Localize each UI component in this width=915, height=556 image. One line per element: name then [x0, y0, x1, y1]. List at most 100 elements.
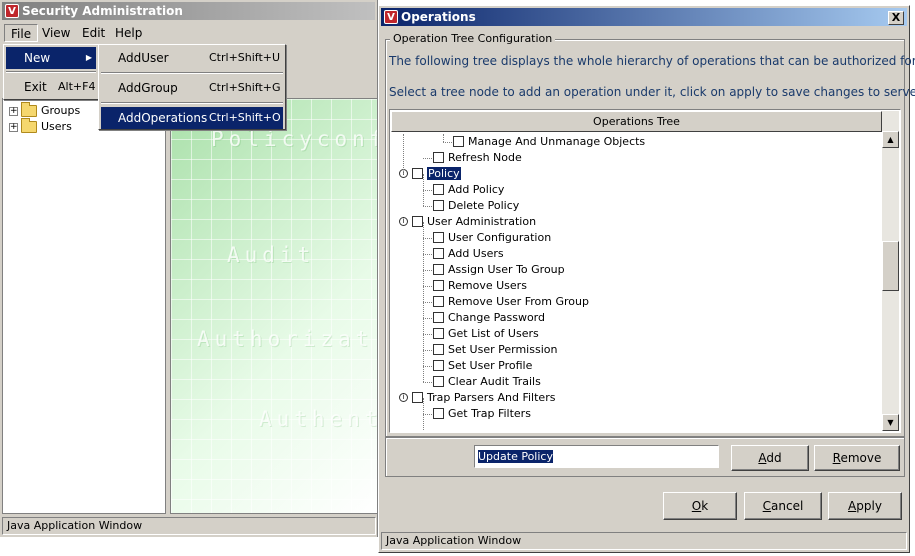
tree-connector [443, 142, 452, 143]
tree-node-label: Remove User From Group [448, 295, 589, 308]
tree-node[interactable]: Remove User From Group [423, 294, 589, 310]
tree-item-label: Groups [41, 104, 81, 117]
node-checkbox[interactable] [433, 183, 444, 195]
menu-separator [101, 72, 283, 74]
tree-node-label: User Configuration [448, 231, 552, 244]
expand-toggle-icon[interactable]: i [399, 392, 408, 402]
tree-node[interactable]: Change Password [423, 310, 545, 326]
tree-item-groups[interactable]: + Groups [9, 102, 81, 119]
menu-edit[interactable]: Edit [76, 24, 111, 42]
tree-connector [423, 254, 432, 255]
menu-item-adduser[interactable]: AddUser Ctrl+Shift+U [101, 47, 283, 69]
add-button[interactable]: Add [731, 445, 809, 471]
tree-connector [403, 134, 404, 174]
menu-accelerator: Ctrl+Shift+U [209, 51, 281, 64]
menu-view[interactable]: View [36, 24, 76, 42]
node-checkbox[interactable] [433, 295, 444, 307]
node-checkbox[interactable] [453, 135, 464, 147]
node-checkbox[interactable] [433, 263, 444, 275]
expand-icon[interactable]: + [9, 122, 18, 132]
node-checkbox[interactable] [412, 215, 423, 227]
node-checkbox[interactable] [433, 151, 444, 163]
expand-icon[interactable]: + [9, 106, 18, 116]
node-checkbox[interactable] [433, 247, 444, 259]
tree-connector [423, 238, 432, 239]
menu-item-addgroup[interactable]: AddGroup Ctrl+Shift+G [101, 77, 283, 99]
tree-connector [423, 350, 432, 351]
vertical-scrollbar[interactable]: ▲ ▼ [882, 111, 899, 431]
tree-node[interactable]: Remove Users [423, 278, 527, 294]
tree-node-label: Clear Audit Trails [448, 375, 541, 388]
operation-name-input[interactable]: Update Policy [474, 445, 719, 468]
close-button[interactable]: X [888, 11, 904, 25]
tree-node[interactable]: Get List of Users [423, 326, 539, 342]
tree-node-label: Add Policy [448, 183, 505, 196]
menu-file[interactable]: File [4, 24, 39, 42]
scroll-up-button[interactable]: ▲ [882, 131, 899, 148]
menu-accelerator: Alt+F4 [58, 80, 96, 93]
tree-node-label: Remove Users [448, 279, 527, 292]
tree-node[interactable]: Manage And Unmanage Objects [443, 134, 646, 150]
tree-node-label: Set User Permission [448, 343, 558, 356]
menu-accelerator: Ctrl+Shift+O [209, 111, 281, 124]
node-checkbox[interactable] [433, 343, 444, 355]
tree-node-label: Manage And Unmanage Objects [468, 135, 646, 148]
input-selected-text: Update Policy [478, 450, 553, 463]
tree-node[interactable]: Add Policy [423, 182, 505, 198]
remove-button[interactable]: Remove [814, 445, 900, 471]
tree-node-label: Trap Parsers And Filters [427, 391, 556, 404]
dialog-status-bar: Java Application Window [381, 532, 907, 550]
node-checkbox[interactable] [412, 167, 423, 179]
tree-node-label: Add Users [448, 247, 504, 260]
tree-node[interactable]: Set User Permission [423, 342, 558, 358]
tree-node[interactable]: Assign User To Group [423, 262, 565, 278]
toolbar-area [290, 46, 376, 100]
new-submenu-popup: AddUser Ctrl+Shift+U AddGroup Ctrl+Shift… [98, 44, 286, 130]
scroll-down-button[interactable]: ▼ [882, 414, 899, 431]
node-checkbox[interactable] [433, 327, 444, 339]
tree-node[interactable]: i User Administration [399, 214, 536, 230]
main-status-bar: Java Application Window [2, 517, 376, 535]
cancel-button[interactable]: Cancel [744, 492, 822, 520]
tree-item-users[interactable]: + Users [9, 118, 72, 135]
tree-node[interactable]: Get Trap Filters [423, 406, 531, 422]
menu-item-addoperations[interactable]: AddOperations Ctrl+Shift+O [101, 107, 283, 129]
node-checkbox[interactable] [433, 279, 444, 291]
menu-item-new[interactable]: New ▶ [6, 47, 96, 69]
tree-column-header[interactable]: Operations Tree [391, 111, 882, 132]
operations-tree: Operations Tree Manage And Unmanage Obje… [389, 109, 901, 433]
scroll-thumb[interactable] [882, 241, 899, 291]
tree-node[interactable]: User Configuration [423, 230, 552, 246]
node-checkbox[interactable] [433, 231, 444, 243]
tree-node[interactable]: Add Users [423, 246, 504, 262]
node-checkbox[interactable] [433, 199, 444, 211]
node-checkbox[interactable] [433, 311, 444, 323]
tree-node[interactable]: Delete Policy [423, 198, 519, 214]
tree-node[interactable]: i Policy [399, 166, 461, 182]
expand-toggle-icon[interactable]: i [399, 216, 408, 226]
tree-node[interactable]: Set User Profile [423, 358, 532, 374]
node-checkbox[interactable] [433, 407, 444, 419]
folder-icon [21, 118, 37, 133]
tree-connector [423, 174, 424, 206]
watermark-text: Authent [259, 407, 378, 431]
tree-node-label: Get Trap Filters [448, 407, 531, 420]
operations-dialog: V Operations X Operation Tree Configurat… [378, 5, 915, 553]
operations-title-bar[interactable]: V Operations X [381, 8, 907, 26]
tree-node[interactable]: Refresh Node [423, 150, 522, 166]
tree-node-label: User Administration [427, 215, 537, 228]
node-checkbox[interactable] [433, 359, 444, 371]
tree-node-label: Assign User To Group [448, 263, 565, 276]
content-panel: Policyconf Audit Authorizat Authent [170, 98, 378, 514]
tree-node[interactable]: Clear Audit Trails [423, 374, 541, 390]
node-checkbox[interactable] [433, 375, 444, 387]
menu-help[interactable]: Help [109, 24, 148, 42]
watermark-text: Audit [227, 243, 316, 267]
node-checkbox[interactable] [412, 391, 423, 403]
watermark-text: Authorizat [197, 327, 374, 351]
ok-button[interactable]: Ok [663, 492, 737, 520]
menu-bar: File View Edit Help [2, 22, 376, 44]
main-title-bar[interactable]: V Security Administration [2, 2, 375, 20]
menu-item-exit[interactable]: Exit Alt+F4 [6, 76, 96, 98]
apply-button[interactable]: Apply [828, 492, 902, 520]
